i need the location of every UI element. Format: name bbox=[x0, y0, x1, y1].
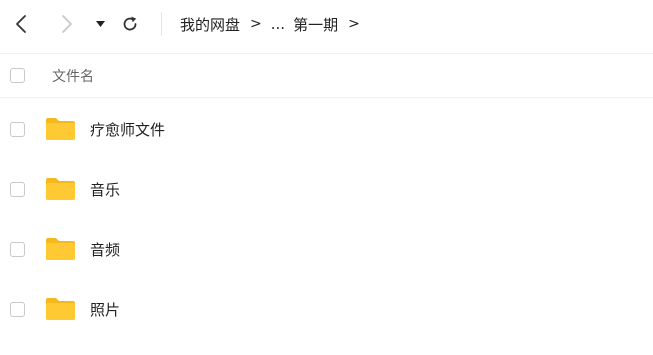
file-list-header: 文件名 bbox=[0, 53, 653, 98]
folder-icon bbox=[46, 118, 75, 140]
file-name[interactable]: 照片 bbox=[90, 299, 120, 320]
file-name[interactable]: 疗愈师文件 bbox=[90, 119, 165, 140]
file-name[interactable]: 音乐 bbox=[90, 179, 120, 200]
forward-button[interactable] bbox=[56, 12, 78, 36]
toolbar: 我的网盘 > ... 第一期 > bbox=[0, 0, 653, 47]
back-button[interactable] bbox=[10, 12, 32, 36]
file-row[interactable]: 照片 bbox=[0, 280, 653, 340]
file-name[interactable]: 音频 bbox=[90, 239, 120, 260]
toolbar-divider bbox=[161, 12, 162, 36]
row-checkbox[interactable] bbox=[10, 122, 25, 137]
breadcrumb-current[interactable]: 第一期 bbox=[293, 14, 338, 35]
chevron-left-icon bbox=[16, 15, 26, 33]
breadcrumb-ellipsis[interactable]: ... bbox=[271, 15, 285, 33]
caret-down-icon bbox=[95, 21, 105, 27]
select-all-checkbox[interactable] bbox=[10, 68, 25, 83]
file-row[interactable]: 音乐 bbox=[0, 160, 653, 220]
row-checkbox[interactable] bbox=[10, 242, 25, 257]
folder-icon bbox=[46, 178, 75, 200]
history-dropdown-button[interactable] bbox=[92, 14, 108, 34]
breadcrumb-separator: > bbox=[250, 16, 262, 32]
breadcrumb: 我的网盘 > ... 第一期 > bbox=[180, 13, 369, 35]
breadcrumb-root[interactable]: 我的网盘 bbox=[180, 14, 240, 35]
file-list: 疗愈师文件 音乐 音频 照片 bbox=[0, 100, 653, 340]
row-checkbox[interactable] bbox=[10, 182, 25, 197]
column-header-filename[interactable]: 文件名 bbox=[52, 66, 94, 86]
file-row[interactable]: 疗愈师文件 bbox=[0, 100, 653, 160]
breadcrumb-separator-trailing: > bbox=[348, 16, 360, 32]
folder-icon bbox=[46, 238, 75, 260]
refresh-icon bbox=[123, 16, 137, 31]
file-row[interactable]: 音频 bbox=[0, 220, 653, 280]
folder-icon bbox=[46, 298, 75, 320]
refresh-button[interactable] bbox=[118, 12, 142, 36]
row-checkbox[interactable] bbox=[10, 302, 25, 317]
chevron-right-icon bbox=[62, 15, 72, 33]
